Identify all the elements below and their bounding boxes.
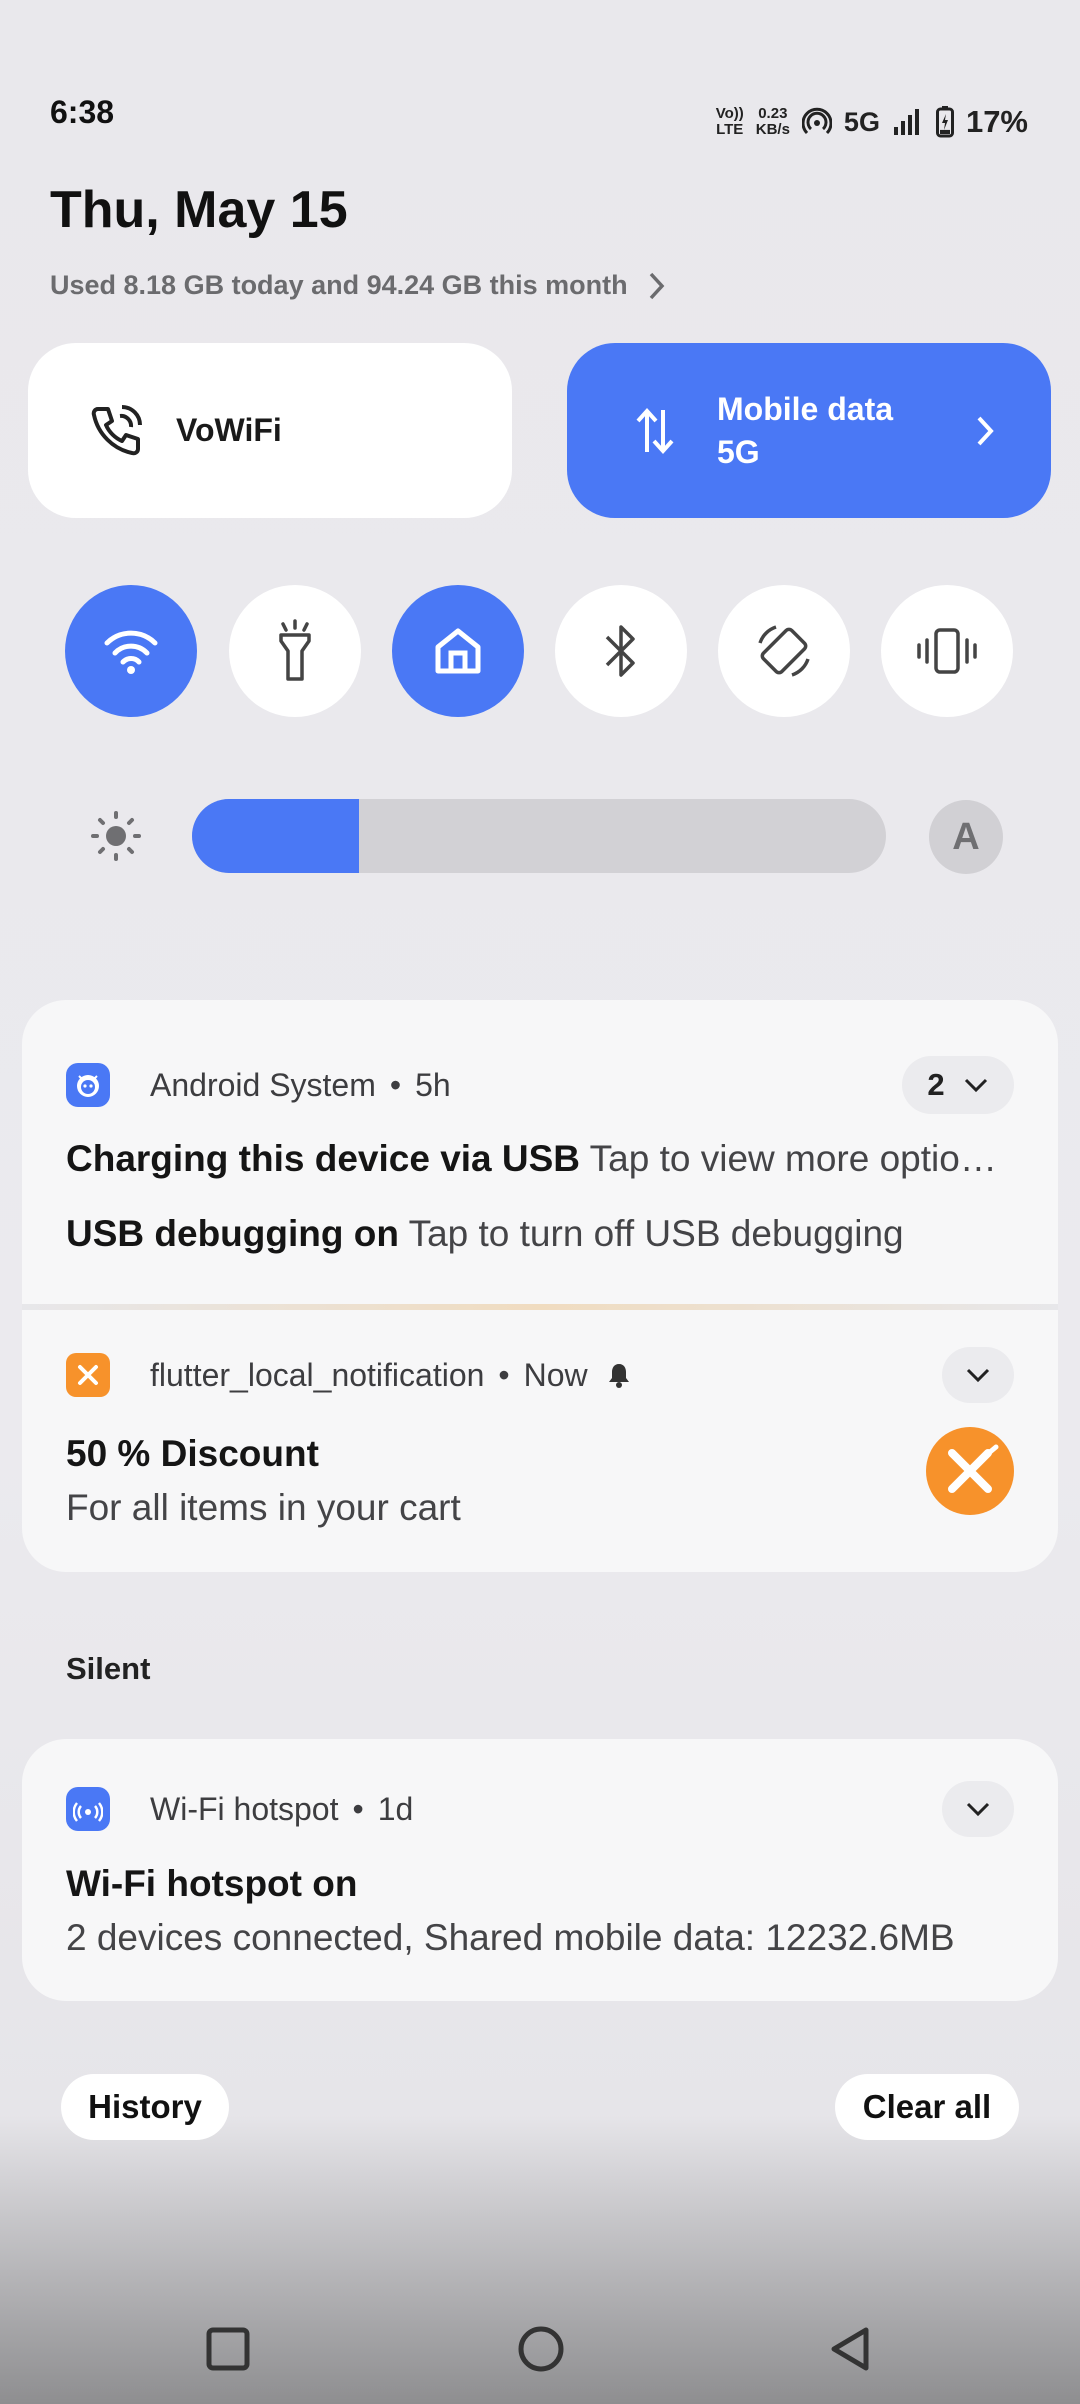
hotspot-app-icon bbox=[66, 1787, 110, 1831]
hotspot-header: Wi-Fi hotspot • 1d bbox=[66, 1781, 1014, 1837]
history-button[interactable]: History bbox=[61, 2074, 229, 2140]
row-text: Tap to view more optio… bbox=[589, 1138, 997, 1179]
chevron-down-icon bbox=[966, 1802, 990, 1817]
bell-icon bbox=[608, 1364, 629, 1388]
vibrate-icon bbox=[917, 628, 977, 674]
recents-nav-button[interactable] bbox=[204, 2325, 252, 2373]
auto-rotate-toggle[interactable] bbox=[718, 585, 850, 717]
back-nav-button[interactable] bbox=[826, 2324, 874, 2374]
home-nav-button[interactable] bbox=[516, 2324, 566, 2374]
bluetooth-toggle[interactable] bbox=[555, 585, 687, 717]
mobile-data-sub: 5G bbox=[717, 433, 760, 470]
auto-brightness-button[interactable]: A bbox=[929, 800, 1003, 874]
rotate-icon bbox=[758, 625, 810, 677]
row-text: Tap to turn off USB debugging bbox=[408, 1213, 904, 1254]
notification-time: 5h bbox=[415, 1066, 451, 1103]
brightness-sun-icon bbox=[91, 811, 141, 861]
chevron-down-icon bbox=[966, 1368, 990, 1383]
data-usage-text: Used 8.18 GB today and 94.24 GB this mon… bbox=[50, 270, 628, 300]
battery-charging-icon bbox=[935, 106, 954, 138]
signal-icon bbox=[893, 109, 919, 135]
app-name: flutter_local_notification bbox=[150, 1356, 485, 1393]
separator-dot: • bbox=[389, 1066, 402, 1103]
notification-text: 2 devices connected, Shared mobile data:… bbox=[66, 1917, 955, 1958]
separator-dot: • bbox=[498, 1356, 510, 1393]
app-name: Android System bbox=[150, 1066, 376, 1103]
notification-row-usb-debugging[interactable]: USB debugging on Tap to turn off USB deb… bbox=[66, 1213, 1036, 1255]
battery-percent: 17% bbox=[965, 104, 1028, 139]
volte-indicator: Vo)) LTE bbox=[715, 105, 744, 138]
date-heading: Thu, May 15 bbox=[50, 181, 348, 239]
row-title: USB debugging on bbox=[66, 1213, 399, 1254]
notification-title: 50 % Discount bbox=[66, 1433, 319, 1474]
hotspot-icon bbox=[801, 107, 832, 135]
notification-row-charging[interactable]: Charging this device via USB Tap to view… bbox=[66, 1138, 1036, 1180]
wifi-icon bbox=[104, 630, 158, 674]
app-name: Wi-Fi hotspot bbox=[150, 1790, 339, 1827]
status-time: 6:38 bbox=[50, 94, 115, 130]
notification-text: For all items in your cart bbox=[66, 1487, 461, 1528]
expand-count-button[interactable]: 2 bbox=[902, 1056, 1014, 1114]
flutter-large-icon bbox=[926, 1427, 1014, 1515]
notification-card-group[interactable]: Android System • 5h 2 Charging this devi… bbox=[22, 1000, 1058, 1572]
divider bbox=[22, 1304, 1058, 1310]
vowifi-label: VoWiFi bbox=[176, 412, 282, 448]
wifi-toggle[interactable] bbox=[65, 585, 197, 717]
flutter-app-icon bbox=[66, 1353, 110, 1397]
data-usage-link[interactable]: Used 8.18 GB today and 94.24 GB this mon… bbox=[50, 270, 666, 301]
up-down-arrows-icon bbox=[636, 407, 674, 454]
separator-dot: • bbox=[352, 1790, 364, 1827]
android-app-icon bbox=[66, 1063, 110, 1107]
home-toggle[interactable] bbox=[392, 585, 524, 717]
android-system-header: Android System • 5h 2 bbox=[66, 1056, 1014, 1114]
vowifi-tile[interactable]: VoWiFi bbox=[28, 343, 512, 518]
flashlight-icon bbox=[279, 619, 311, 681]
vibrate-toggle[interactable] bbox=[881, 585, 1013, 717]
network-speed: 0.23 KB/s bbox=[755, 105, 790, 138]
chevron-right-icon bbox=[977, 416, 994, 445]
notification-title: Wi-Fi hotspot on bbox=[66, 1863, 358, 1904]
notification-time: 1d bbox=[377, 1790, 414, 1827]
flutter-header: flutter_local_notification • Now bbox=[66, 1347, 1014, 1403]
silent-section-label: Silent bbox=[66, 1651, 151, 1686]
chevron-right-icon bbox=[649, 272, 665, 299]
network-type: 5G bbox=[843, 106, 880, 137]
status-icons: Vo)) LTE 0.23 KB/s 5G 17% bbox=[716, 104, 1028, 140]
clear-all-button[interactable]: Clear all bbox=[835, 2074, 1019, 2140]
notification-time: Now bbox=[523, 1356, 588, 1393]
brightness-slider[interactable] bbox=[192, 799, 886, 873]
phone-wifi-icon bbox=[91, 404, 142, 455]
mobile-data-tile[interactable]: Mobile data 5G bbox=[567, 343, 1051, 518]
notification-count: 2 bbox=[927, 1067, 945, 1102]
brightness-fill bbox=[192, 799, 359, 873]
row-title: Charging this device via USB bbox=[66, 1138, 581, 1179]
expand-button[interactable] bbox=[942, 1781, 1014, 1837]
chevron-down-icon bbox=[964, 1078, 987, 1093]
bluetooth-icon bbox=[605, 625, 635, 677]
notification-card-hotspot[interactable]: Wi-Fi hotspot • 1d Wi-Fi hotspot on 2 de… bbox=[22, 1739, 1058, 2001]
home-icon bbox=[435, 628, 481, 674]
mobile-data-label: Mobile data bbox=[717, 390, 894, 427]
expand-button[interactable] bbox=[942, 1347, 1014, 1403]
flashlight-toggle[interactable] bbox=[229, 585, 361, 717]
fork-knife-icon bbox=[948, 1444, 999, 1493]
